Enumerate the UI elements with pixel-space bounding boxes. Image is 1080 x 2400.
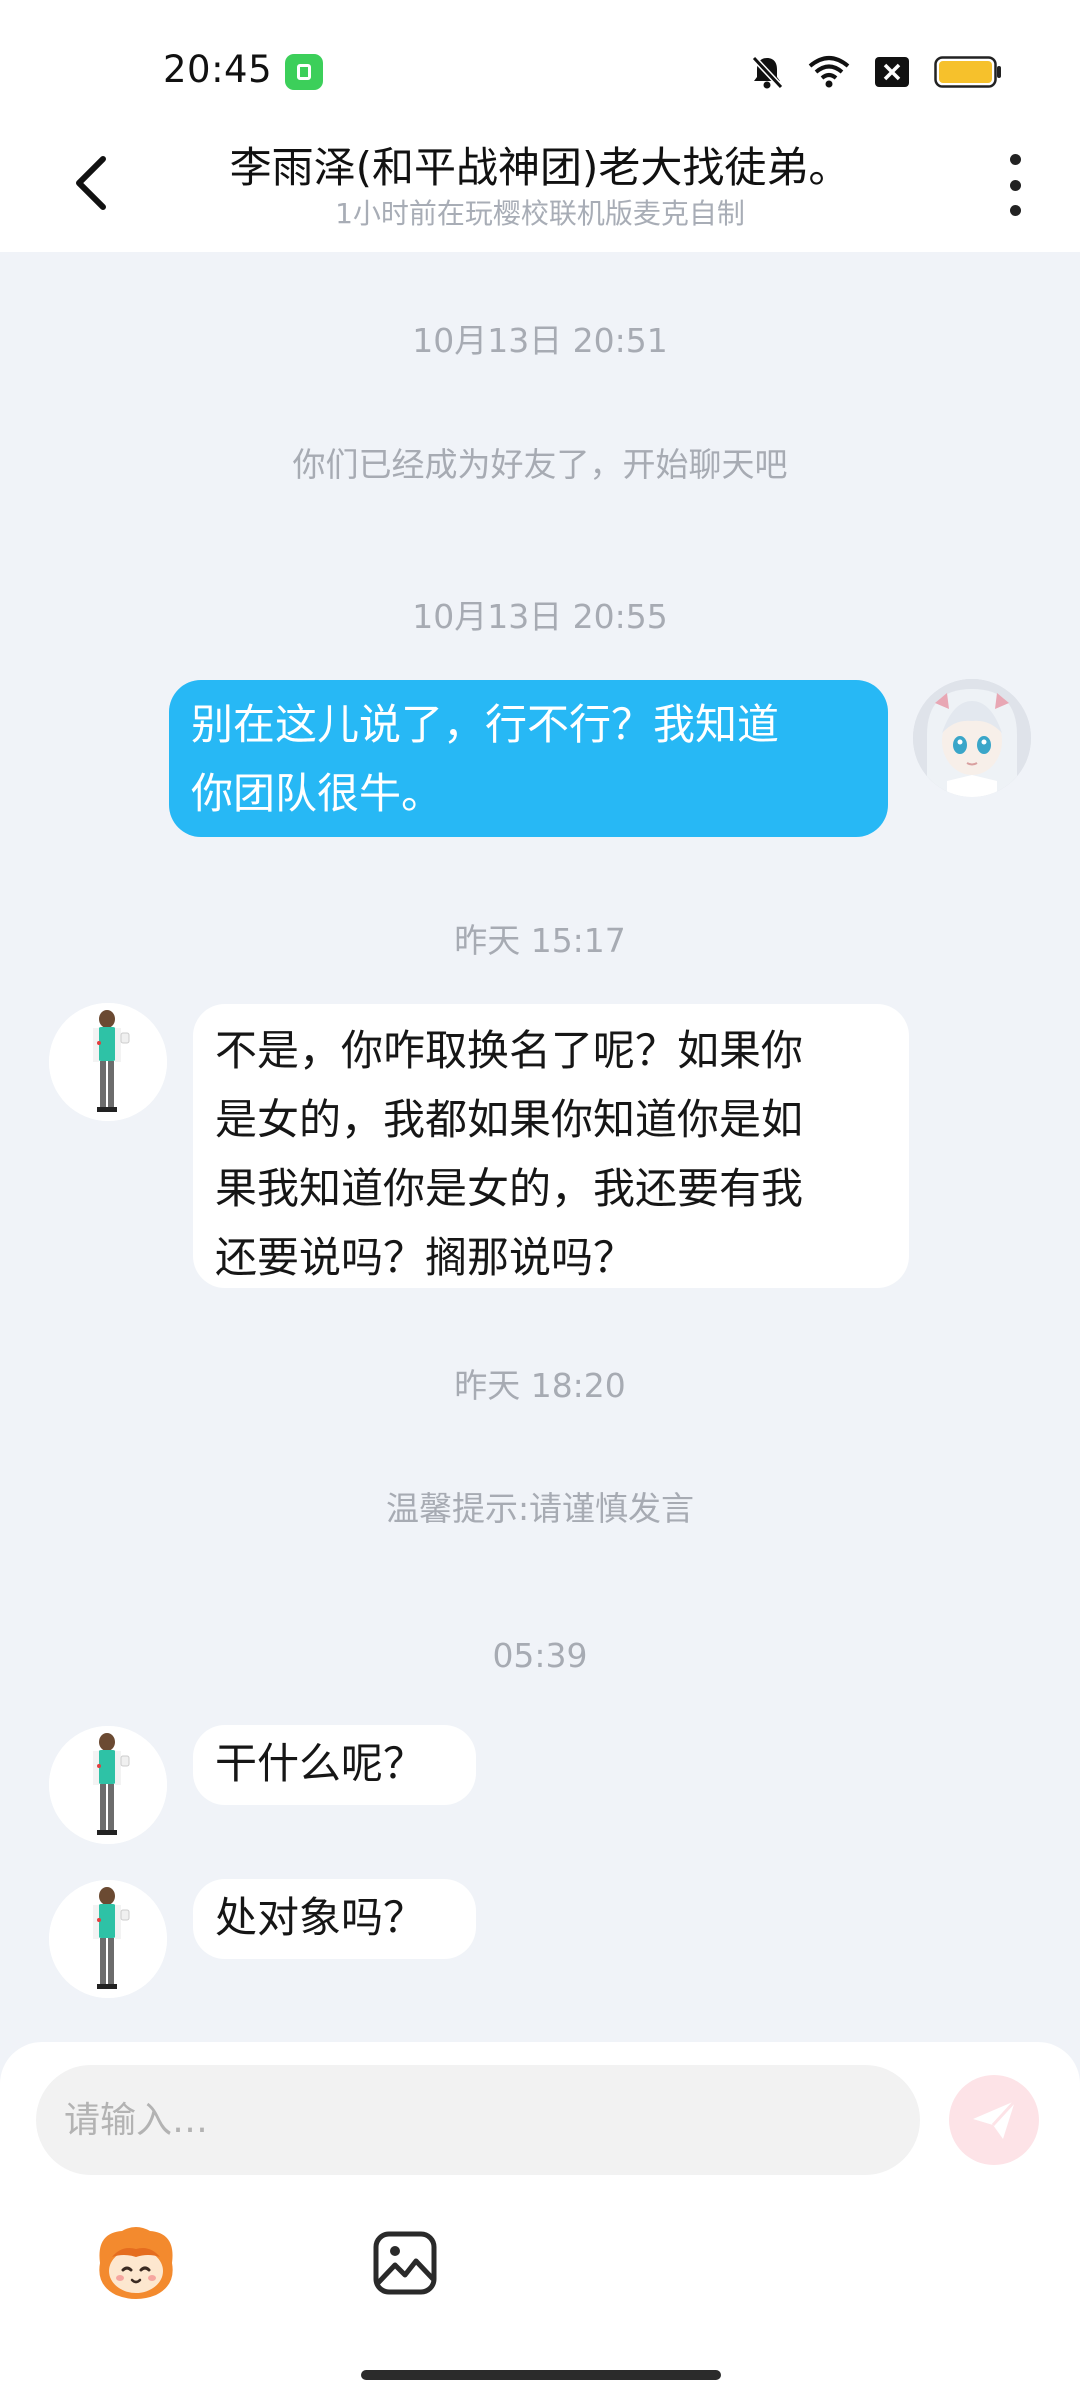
message-input[interactable]: [36, 2065, 920, 2175]
bell-muted-icon: [751, 55, 784, 90]
friend-avatar[interactable]: [49, 1880, 167, 1998]
chat-timestamp: 昨天 15:17: [454, 921, 626, 960]
top-bar: 20:45 李雨泽(和平战神团)老大找徒弟。 1小时前在玩樱校联机版麦克自制: [0, 0, 1080, 252]
composer-panel: [0, 2042, 1080, 2400]
page-title: 李雨泽(和平战神团)老大找徒弟。: [229, 143, 851, 192]
wifi-icon: [808, 56, 850, 88]
page-subtitle: 1小时前在玩樱校联机版麦克自制: [335, 197, 745, 230]
send-button[interactable]: [949, 2075, 1039, 2165]
system-notice: 温馨提示:请谨慎发言: [385, 1489, 695, 1528]
friend-avatar[interactable]: [49, 1003, 167, 1121]
paper-plane-icon: [973, 2099, 1017, 2139]
more-dot: [1009, 179, 1021, 191]
message-line: 你团队很牛。: [191, 769, 444, 818]
system-notice: 你们已经成为好友了，开始聊天吧: [292, 445, 788, 484]
message-line: 处对象吗？: [215, 1893, 426, 1942]
app-notification-icon: [285, 54, 323, 90]
message-line: 别在这儿说了，行不行？我知道: [191, 700, 780, 749]
image-icon: [373, 2231, 437, 2295]
friend-avatar[interactable]: [49, 1726, 167, 1844]
message-bubble-incoming[interactable]: 处对象吗？: [193, 1879, 476, 1959]
chat-area[interactable]: 10月13日 20:51 你们已经成为好友了，开始聊天吧 10月13日 20:5…: [0, 252, 1080, 2042]
home-indicator[interactable]: [361, 2370, 721, 2380]
my-avatar[interactable]: [913, 679, 1031, 797]
character-avatar-icon: [49, 1726, 167, 1844]
chat-timestamp: 05:39: [492, 1636, 588, 1675]
message-bubble-incoming[interactable]: 不是，你咋取换名了呢？如果你 是女的，我都如果你知道你是如 果我知道你是女的，我…: [193, 1004, 909, 1288]
message-bubble-incoming[interactable]: 干什么呢？: [193, 1725, 476, 1805]
back-button[interactable]: [60, 148, 120, 218]
message-line: 还要说吗？搁那说吗？: [215, 1233, 636, 1282]
status-icons: [750, 52, 1002, 92]
emoji-button[interactable]: [92, 2223, 180, 2303]
sim-blocked-icon: [875, 57, 909, 87]
character-avatar-icon: [49, 1003, 167, 1121]
image-button[interactable]: [371, 2229, 439, 2297]
message-line: 果我知道你是女的，我还要有我: [215, 1164, 804, 1213]
character-avatar-icon: [49, 1880, 167, 1998]
status-time: 20:45: [163, 48, 273, 91]
more-dot: [1009, 154, 1021, 165]
chat-timestamp: 10月13日 20:55: [412, 597, 668, 636]
more-dot: [1009, 205, 1021, 216]
more-options-button[interactable]: [995, 150, 1035, 220]
anime-girl-avatar-icon: [913, 679, 1031, 797]
chat-timestamp: 10月13日 20:51: [412, 321, 668, 360]
chat-timestamp: 昨天 18:20: [454, 1366, 626, 1405]
message-bubble-outgoing[interactable]: 别在这儿说了，行不行？我知道 你团队很牛。: [169, 680, 888, 837]
message-line: 是女的，我都如果你知道你是如: [215, 1095, 804, 1144]
message-line: 不是，你咋取换名了呢？如果你: [215, 1026, 804, 1075]
message-line: 干什么呢？: [215, 1739, 426, 1788]
battery-icon: [934, 56, 1001, 88]
emoji-mascot-icon: [99, 2227, 173, 2299]
chevron-left-icon: [76, 156, 106, 210]
